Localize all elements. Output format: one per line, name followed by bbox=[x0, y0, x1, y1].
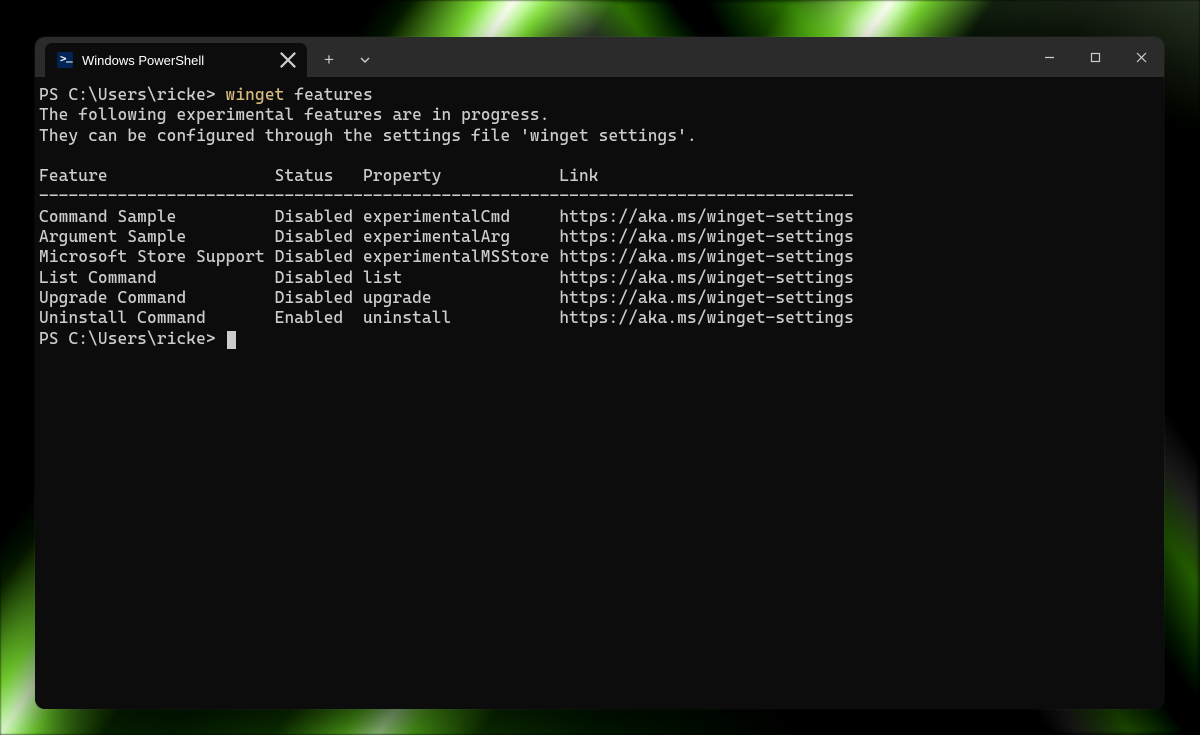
minimize-button[interactable] bbox=[1026, 37, 1072, 77]
terminal-output[interactable]: PS C:\Users\ricke> winget features The f… bbox=[35, 77, 1164, 709]
close-button[interactable] bbox=[1118, 37, 1164, 77]
terminal-window: Windows PowerShell + PS C:\Users\ricke> … bbox=[35, 37, 1164, 709]
tab-close-button[interactable] bbox=[279, 51, 297, 69]
tab-powershell[interactable]: Windows PowerShell bbox=[45, 43, 307, 77]
powershell-icon bbox=[57, 52, 73, 68]
tab-title: Windows PowerShell bbox=[82, 53, 270, 68]
new-tab-button[interactable]: + bbox=[311, 43, 347, 77]
window-controls bbox=[1026, 37, 1164, 77]
maximize-button[interactable] bbox=[1072, 37, 1118, 77]
tab-dropdown-button[interactable] bbox=[347, 43, 383, 77]
titlebar[interactable]: Windows PowerShell + bbox=[35, 37, 1164, 77]
